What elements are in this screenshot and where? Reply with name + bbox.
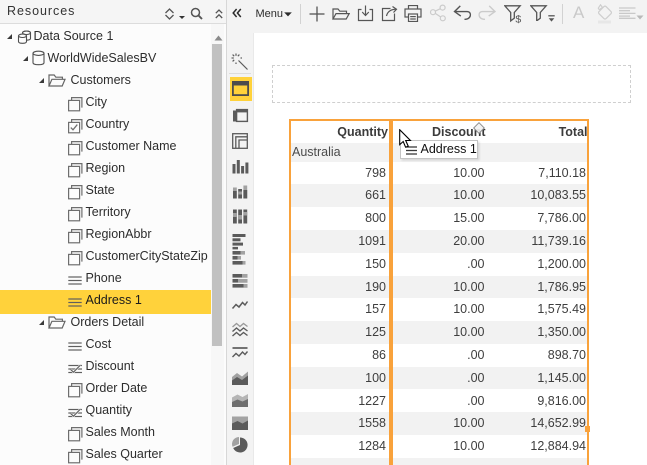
svg-text:$: $ [515, 13, 521, 25]
